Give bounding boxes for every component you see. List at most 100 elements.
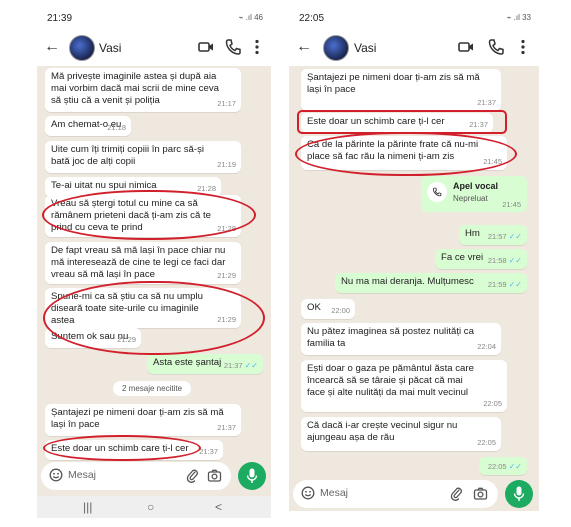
mic-icon [513,486,525,501]
status-bar: 22:05 ⌁ .ıl 33 [289,6,539,30]
camera-icon[interactable] [207,468,222,483]
message-time: 21:17 [217,99,236,108]
status-time: 21:39 [47,13,73,24]
recents-nav-icon[interactable]: ||| [83,500,92,514]
message-text: Vreau să ștergi totul cu mine ca să rămâ… [51,198,211,233]
mic-button[interactable] [505,480,533,508]
message-time: 21:28 [197,184,216,193]
message-text: Mă privește imaginile astea și după aia … [51,71,219,106]
camera-icon[interactable] [473,486,488,501]
message-bubble[interactable]: Vreau să ștergi totul cu mine ca să rămâ… [45,195,241,237]
video-call-icon[interactable] [457,38,475,56]
message-time: 22:00 [331,306,350,315]
message-bubble[interactable]: Nu pătez imaginea să postez nulități ca … [301,323,501,355]
system-nav-bar: ||| ○ < [37,496,271,518]
message-text: De fapt vreau să mă lași în pace chiar n… [51,245,226,280]
message-bubble[interactable]: Mă privește imaginile astea și după aia … [45,68,241,112]
voice-call-icon[interactable] [487,38,505,56]
read-receipt-icon: ✓✓ [244,361,258,370]
home-nav-icon[interactable]: ○ [147,500,154,514]
video-call-icon[interactable] [197,38,215,56]
message-composer[interactable]: Mesaj [41,462,231,490]
message-text: Este doar un schimb care ți-l cer [51,443,189,454]
message-bubble-outgoing[interactable]: Nu ma mai deranja. Mulțumesc 21:59 ✓✓ [335,273,527,293]
attach-icon[interactable] [449,486,464,501]
back-nav-icon[interactable]: < [215,500,222,514]
message-time: 22:04 [477,342,496,351]
chat-header: ← Vasi [37,30,271,66]
message-time: 21:29 [217,271,236,280]
contact-name[interactable]: Vasi [99,41,121,55]
message-bubble-outgoing[interactable]: 22:05 ✓✓ [479,457,527,475]
message-bubble[interactable]: Ca de la părinte la părinte frate că nu-… [301,136,507,170]
chat-header: ← Vasi [289,30,539,66]
message-bubble[interactable]: Suntem ok sau nu 21:29 [45,328,141,348]
message-bubble-outgoing[interactable]: Fa ce vrei 21:58 ✓✓ [435,249,527,269]
message-bubble[interactable]: Că dacă i-ar crește vecinul sigur nu aju… [301,417,501,451]
message-bubble[interactable]: Este doar un schimb care ți-l cer 21:37 [45,440,223,460]
message-text: Este doar un schimb care ți-l cer [307,116,445,127]
message-input[interactable]: Mesaj [320,487,348,499]
back-arrow-icon[interactable]: ← [296,38,312,56]
back-arrow-icon[interactable]: ← [44,38,60,56]
missed-voice-call[interactable]: Apel vocal Nepreluat 21:45 [421,176,527,212]
emoji-icon[interactable] [301,486,315,500]
avatar[interactable] [69,35,95,61]
status-bar: 21:39 ⌁ .ıl 46 [37,6,271,30]
message-bubble[interactable]: OK 22:00 [301,299,355,319]
menu-dots-icon[interactable] [248,38,266,56]
message-bubble[interactable]: Spune-mi ca să știu ca să nu umplu disea… [45,288,241,328]
message-time: 21:45 [483,157,502,166]
message-time: 21:18 [107,123,126,132]
message-bubble[interactable]: Este doar un schimb care ți-l cer 21:37 [301,113,493,133]
message-bubble[interactable]: Te-ai uitat nu spui nimica 21:28 [45,177,221,197]
mic-button[interactable] [238,462,266,490]
message-time: 21:37 [217,423,236,432]
call-time: 21:45 [502,200,521,209]
status-icons: ⌁ .ıl 33 [506,13,531,22]
message-text: Te-ai uitat nu spui nimica [51,180,157,191]
message-bubble[interactable]: Șantajezi pe nimeni doar ți-am zis să mă… [301,69,501,111]
message-time: 21:29 [117,335,136,344]
message-time: 21:37 [477,98,496,107]
message-text: Spune-mi ca să știu ca să nu umplu disea… [51,291,203,326]
read-receipt-icon: ✓✓ [508,232,522,241]
message-time: 22:05 [483,399,502,408]
mic-icon [246,468,258,483]
message-time: 21:29 [217,315,236,324]
message-input[interactable]: Mesaj [68,469,96,481]
avatar[interactable] [323,35,349,61]
message-bubble[interactable]: Șantajezi pe nimeni doar ți-am zis să mă… [45,404,241,436]
message-bubble[interactable]: De fapt vreau să mă lași în pace chiar n… [45,242,241,284]
message-time: 21:37 [199,447,218,456]
message-composer[interactable]: Mesaj [293,480,498,508]
voice-call-icon[interactable] [224,38,242,56]
message-bubble[interactable]: Am chemat-o eu 21:18 [45,116,131,136]
right-screenshot: 22:05 ⌁ .ıl 33 ← Vasi Șantajezi pe nimen… [289,6,539,511]
message-time: 22:05 [487,462,507,471]
attach-icon[interactable] [185,468,200,483]
contact-name[interactable]: Vasi [354,41,376,55]
message-bubble-outgoing[interactable]: Hm 21:57 ✓✓ [459,225,527,245]
read-receipt-icon: ✓✓ [508,462,522,471]
call-title: Apel vocal [453,181,499,191]
message-time: 21:59 [487,280,507,289]
read-receipt-icon: ✓✓ [508,256,522,265]
message-bubble-outgoing[interactable]: Asta este șantaj 21:37 ✓✓ [147,354,263,374]
message-text: Șantajezi pe nimeni doar ți-am zis să mă… [307,72,480,95]
message-time: 21:57 [487,232,507,241]
menu-dots-icon[interactable] [514,38,532,56]
message-bubble[interactable]: Ești doar o gaza pe pământul ăsta care î… [301,360,507,412]
read-receipt-icon: ✓✓ [508,280,522,289]
message-bubble[interactable]: Uite cum îți trimiți copiii în parc să-ș… [45,141,241,173]
call-status: Nepreluat [453,194,488,203]
unread-divider: 2 mesaje necitite [113,381,192,396]
left-screenshot: 21:39 ⌁ .ıl 46 ← Vasi Mă privește imagin… [37,6,271,518]
emoji-icon[interactable] [49,468,63,482]
message-time: 21:37 [223,361,243,370]
message-time: 21:19 [217,160,236,169]
status-time: 22:05 [299,13,325,24]
message-text: Uite cum îți trimiți copiii în parc să-ș… [51,144,204,167]
message-time: 21:28 [217,224,236,233]
message-text: Ca de la părinte la părinte frate că nu-… [307,139,479,162]
